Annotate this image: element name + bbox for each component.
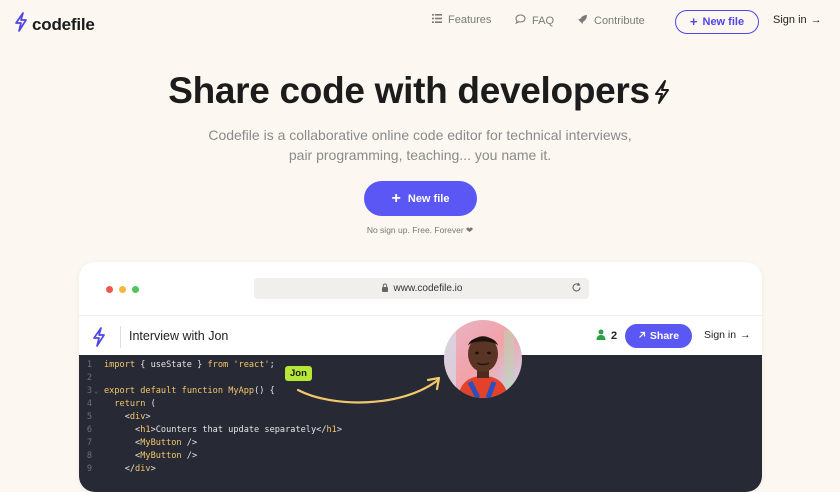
code-text: import { useState } from 'react'; [104,360,275,370]
code-text: <MyButton /> [104,451,198,461]
window-close-dot [106,286,113,293]
code-text: <h1>Counters that update separately</h1> [104,425,343,435]
user-count[interactable]: 2 [596,329,617,343]
line-number: 6 [86,425,92,435]
collaborator-avatar [444,320,522,398]
window-minimize-dot [119,286,126,293]
fold-chevron-icon[interactable]: ⌄ [94,385,98,398]
user-icon [596,329,606,343]
arrow-right-icon: → [810,14,822,26]
line-number: 1 [86,360,92,370]
nav-link-features[interactable]: Features [432,14,491,26]
plus-icon: + [689,14,698,29]
arrow-right-icon: → [740,329,751,341]
code-line[interactable]: 8 <MyButton /> [79,450,762,463]
window-maximize-dot [132,286,139,293]
code-text: export default function MyApp() { [104,386,275,396]
nav-link-faq[interactable]: FAQ [515,14,554,27]
line-number: 3 [86,386,92,396]
document-title[interactable]: Interview with Jon [129,329,228,343]
code-line[interactable]: 5 <div> [79,411,762,424]
reload-icon[interactable] [571,282,582,296]
line-number: 7 [86,438,92,448]
nav-link-label: FAQ [532,14,555,27]
hero-new-file-button[interactable]: + New file [364,181,477,216]
header-divider [120,326,121,348]
share-label: Share [649,330,680,342]
hero-new-file-label: New file [407,192,450,205]
arrow-up-right-icon [638,330,646,342]
hero-title-text: Share code with developers [168,70,650,111]
line-number: 9 [86,464,92,474]
code-text: <div> [104,412,151,422]
nav-link-label: Contribute [594,15,645,27]
plus-icon: + [391,189,401,207]
hero-title: Share code with developers [0,70,840,112]
share-button[interactable]: Share [625,324,692,348]
bolt-icon [650,70,672,111]
code-line[interactable]: 9 </div> [79,463,762,476]
bolt-logo-icon[interactable] [92,327,106,352]
app-sign-in-label: Sign in [704,329,737,341]
line-number: 2 [86,373,92,383]
code-line[interactable]: 6 <h1>Counters that update separately</h… [79,424,762,437]
bolt-logo-icon [14,12,28,37]
code-text: <MyButton /> [104,438,198,448]
line-number: 8 [86,451,92,461]
nav-link-label: Features [448,14,492,26]
url-bar[interactable]: www.codefile.io [254,278,589,299]
collaborator-cursor-label: Jon [285,366,312,381]
code-text: return ( [114,399,156,409]
code-line[interactable]: 7 <MyButton /> [79,437,762,450]
nav-new-file-button[interactable]: + New file [675,10,759,34]
nav-link-contribute[interactable]: Contribute [577,14,645,28]
lock-icon [381,282,389,295]
nav-sign-in-label: Sign in [773,14,807,26]
hero-subtitle: Codefile is a collaborative online code … [208,127,632,163]
app-sign-in-link[interactable]: Sign in → [704,329,751,341]
line-number: 5 [86,412,92,422]
user-count-value: 2 [611,330,618,342]
brand-logo[interactable]: codefile [14,12,95,37]
app-header: Interview with Jon 2 Share Sign in → [79,315,762,356]
nav-sign-in-link[interactable]: Sign in → [773,14,822,26]
code-text: </div> [104,464,156,474]
url-text: www.codefile.io [393,283,463,294]
code-line[interactable]: 1 import { useState } from 'react'; [79,359,762,372]
list-icon [432,14,442,26]
curved-arrow-icon [296,376,441,404]
chat-bubble-icon [515,14,526,27]
rocket-icon [577,14,588,28]
nav-new-file-label: New file [702,16,745,28]
line-number: 4 [86,399,92,409]
top-nav: codefile Features FAQ Contribute + New f… [0,0,840,44]
brand-name: codefile [32,14,95,34]
hero-note: No sign up. Free. Forever ❤ [366,225,474,235]
